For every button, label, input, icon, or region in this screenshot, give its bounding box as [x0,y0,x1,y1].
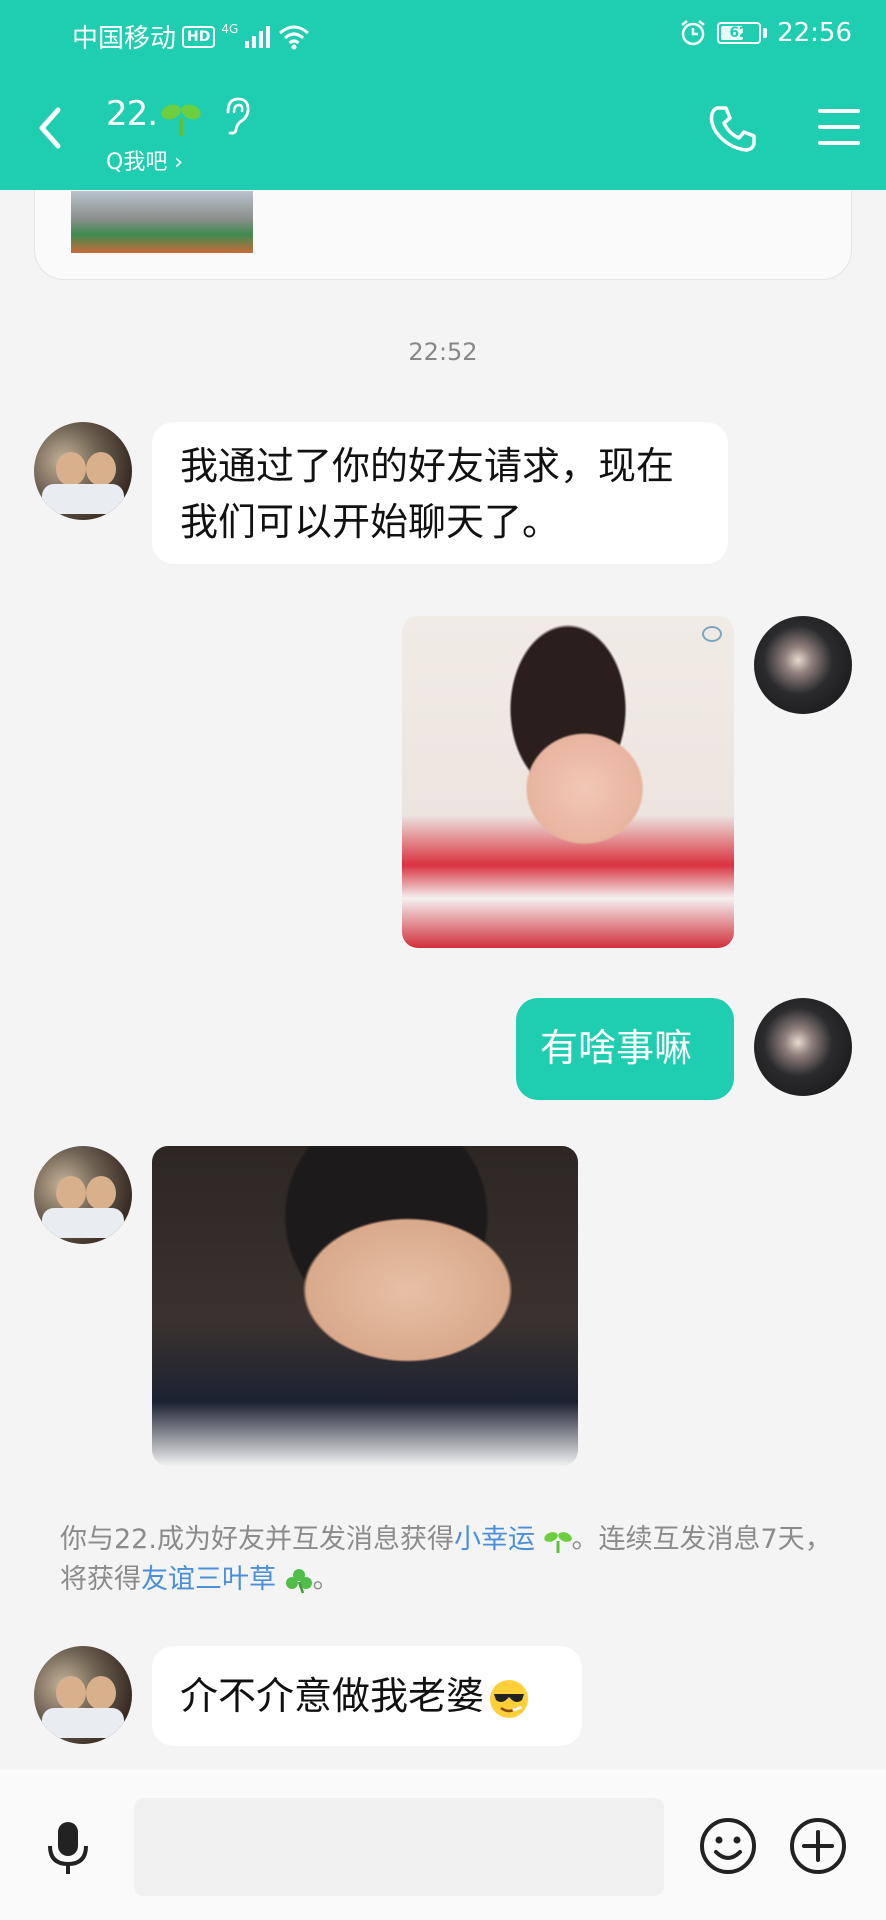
xiaoxingyun-link[interactable]: 小幸运 [454,1524,535,1555]
battery-indicator: 62 [717,22,762,44]
back-button[interactable] [28,98,80,158]
message-bubble-received[interactable]: 介不介意做我老婆 [152,1646,582,1746]
more-plus-button[interactable] [788,1816,848,1876]
self-avatar[interactable] [754,998,852,1096]
battery-tip [763,28,768,38]
emoji-button[interactable] [698,1816,758,1876]
previous-message-card[interactable] [34,190,852,280]
friendship-system-note: 你与22.成为好友并互发消息获得小幸运 。连续互发消息7天，将获得友谊三叶草 。 [60,1520,850,1600]
clover-link[interactable]: 友谊三叶草 [141,1564,276,1595]
phone-call-button[interactable] [706,102,760,156]
sent-image-baby[interactable] [402,616,734,948]
input-bar [0,1770,886,1920]
contact-avatar[interactable] [34,1146,132,1244]
message-bubble-received[interactable]: 我通过了你的好友请求，现在我们可以开始聊天了。 [152,422,728,564]
wifi-icon [279,25,310,49]
contact-avatar[interactable] [34,1646,132,1744]
system-note-text: 你与22.成为好友并互发消息获得 [60,1524,454,1555]
contact-name[interactable]: 22. [106,94,158,134]
message-timestamp: 22:52 [408,338,478,366]
received-image-selfie[interactable] [152,1146,578,1466]
alarm-icon [681,20,705,46]
battery-percent: 62 [729,25,749,41]
status-right: 62 22:56 [679,18,852,48]
message-input[interactable] [134,1798,664,1896]
message-bubble-sent[interactable]: 有啥事嘛 [516,998,734,1100]
sprout-icon [543,1531,572,1553]
clover-icon [285,1568,312,1593]
menu-button[interactable] [816,106,862,148]
clock: 22:56 [777,18,852,48]
voice-input-button[interactable] [44,1818,92,1878]
carrier-label: 中国移动 [72,24,177,54]
network-type: 4G [221,21,239,36]
previous-card-photo[interactable] [71,191,253,253]
hd-badge: HD [182,25,216,48]
system-note-text: 。 [312,1564,340,1595]
status-left: 中国移动 HD 4G [72,18,310,55]
message-text: 介不介意做我老婆 [180,1674,485,1718]
contact-avatar[interactable] [34,422,132,520]
self-avatar[interactable] [754,616,852,714]
signal-icon [245,25,271,48]
sprout-icon[interactable] [160,98,202,138]
image-watermark-icon [702,626,722,642]
status-bar: 中国移动 HD 4G 62 22:56 [0,0,886,68]
ear-icon[interactable] [222,96,252,136]
cool-emoji-icon [490,1679,529,1718]
qbar-link[interactable]: Q我吧 › [106,144,183,176]
chat-header: 22. Q我吧 › [0,68,886,190]
chat-area[interactable]: 22:52 我通过了你的好友请求，现在我们可以开始聊天了。 有啥事嘛 你与22.… [0,190,886,1770]
